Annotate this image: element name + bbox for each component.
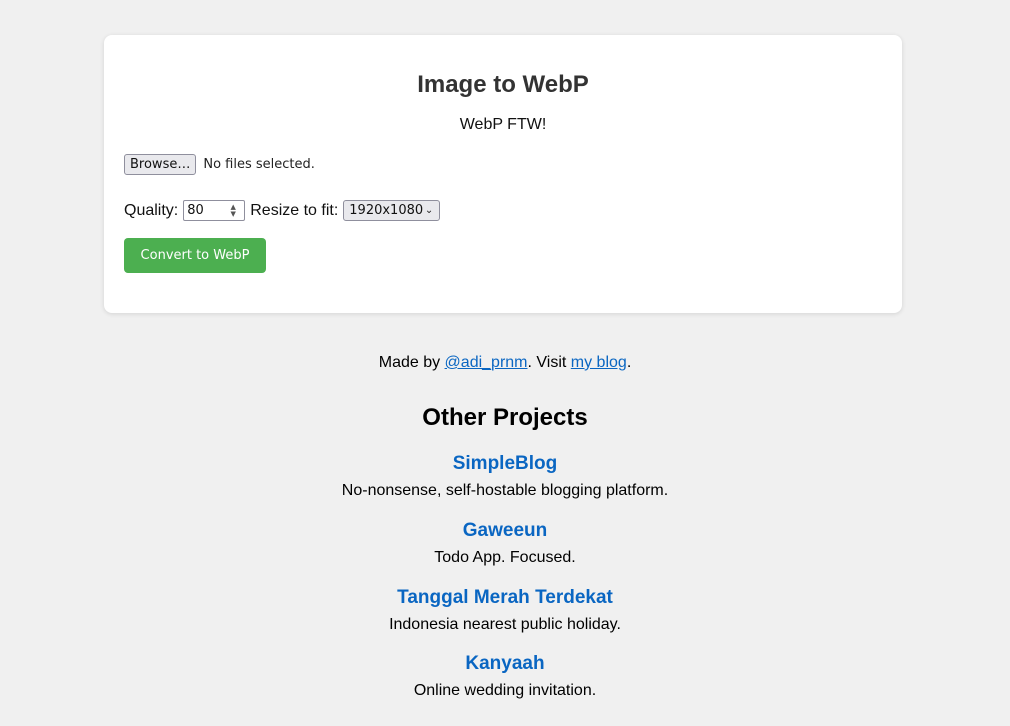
converter-card: Image to WebP WebP FTW! Browse… No files… bbox=[104, 35, 902, 313]
page-title: Image to WebP bbox=[417, 71, 589, 98]
project-link-kanyaah[interactable]: Kanyaah bbox=[0, 653, 1010, 675]
resize-select[interactable]: 1920x1080 ⌄ bbox=[343, 200, 441, 221]
chevron-down-icon[interactable]: ▼ bbox=[231, 210, 236, 218]
project-link-simpleblog[interactable]: SimpleBlog bbox=[0, 453, 1010, 475]
author-link[interactable]: @adi_prnm bbox=[445, 354, 528, 371]
credits-prefix: Made by bbox=[378, 354, 445, 371]
project-link-gaweeun[interactable]: Gaweeun bbox=[0, 520, 1010, 542]
project-item: Gaweeun Todo App. Focused. bbox=[0, 520, 1010, 568]
resize-label: Resize to fit: bbox=[250, 201, 339, 219]
project-item: Tanggal Merah Terdekat Indonesia nearest… bbox=[0, 587, 1010, 635]
credits-end: . bbox=[626, 354, 632, 371]
project-description: Indonesia nearest public holiday. bbox=[389, 616, 621, 633]
quality-input[interactable]: 80 ▲ ▼ bbox=[183, 200, 246, 221]
file-status-text: No files selected. bbox=[203, 157, 315, 172]
convert-button[interactable]: Convert to WebP bbox=[124, 238, 266, 273]
credits-line: Made by @adi_prnm. Visit my blog. bbox=[0, 353, 1010, 373]
project-description: Online wedding invitation. bbox=[413, 682, 597, 699]
quality-label: Quality: bbox=[124, 201, 179, 219]
options-row: Quality: 80 ▲ ▼ Resize to fit: 1920x1080… bbox=[124, 200, 441, 221]
page-subtitle: WebP FTW! bbox=[459, 116, 547, 133]
other-projects-title: Other Projects bbox=[422, 404, 588, 431]
chevron-down-icon: ⌄ bbox=[424, 205, 434, 216]
project-item: SimpleBlog No-nonsense, self-hostable bl… bbox=[0, 453, 1010, 501]
file-picker: Browse… No files selected. bbox=[124, 154, 315, 175]
credits-visit-text: . Visit bbox=[527, 354, 571, 371]
browse-button[interactable]: Browse… bbox=[124, 154, 197, 175]
project-item: Kanyaah Online wedding invitation. bbox=[0, 653, 1010, 701]
blog-link[interactable]: my blog bbox=[571, 354, 627, 371]
project-description: Todo App. Focused. bbox=[434, 549, 576, 566]
project-link-tanggal-merah-terdekat[interactable]: Tanggal Merah Terdekat bbox=[0, 587, 1010, 609]
quality-stepper[interactable]: ▲ ▼ bbox=[225, 202, 241, 219]
quality-value: 80 bbox=[187, 203, 204, 218]
resize-selected-value: 1920x1080 bbox=[349, 203, 424, 218]
project-description: No-nonsense, self-hostable blogging plat… bbox=[341, 482, 669, 499]
